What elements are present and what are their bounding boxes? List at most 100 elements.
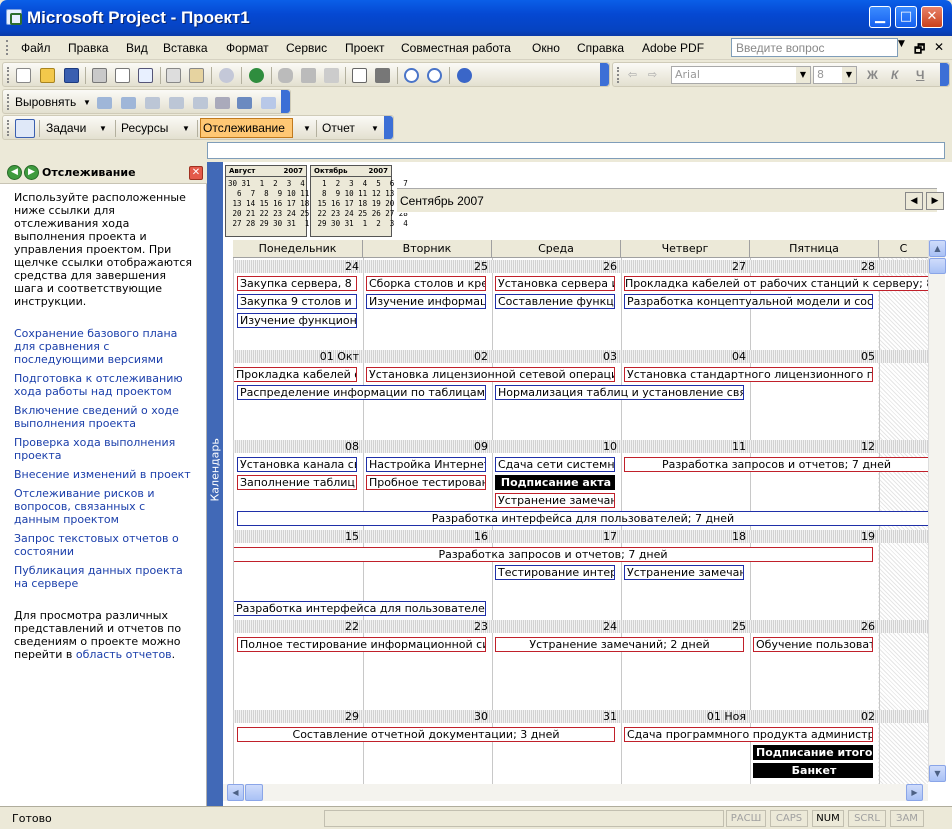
guide-tracking-button[interactable]: Отслеживание — [200, 118, 293, 138]
menu-file[interactable]: Файл — [21, 41, 51, 55]
task-bar[interactable]: Тестирование интерфейса — [495, 565, 615, 580]
link-make-changes[interactable]: Внесение изменений в проект — [14, 468, 194, 481]
page-breaks-icon[interactable] — [261, 97, 276, 109]
task-bar[interactable]: Устранение замечаний — [624, 565, 744, 580]
link-enter-progress[interactable]: Включение сведений о ходе выполнения про… — [14, 404, 194, 430]
resources-dropdown-icon[interactable]: ▼ — [182, 124, 190, 133]
menu-window[interactable]: Окно — [532, 41, 560, 55]
link-status-reports[interactable]: Запрос текстовых отчетов о состоянии — [14, 532, 194, 558]
zoom-in-icon[interactable] — [404, 68, 419, 83]
show-summary-icon[interactable] — [215, 97, 230, 109]
task-bar[interactable]: Настройка Интернет-сервиса — [366, 457, 486, 472]
font-dropdown-icon[interactable]: ▼ — [796, 67, 810, 83]
indent-icon[interactable]: ⇨ — [645, 68, 660, 83]
mini-calendar-august[interactable]: Август 2007 30 31 1 2 3 4 5 6 7 8 9 10 11… — [225, 165, 323, 237]
task-bar[interactable]: Разработка интерфейса для пользователей;… — [234, 601, 486, 616]
link-track-risks[interactable]: Отслеживание рисков и вопросов, связанны… — [14, 487, 194, 526]
layout-selection-icon[interactable] — [121, 97, 136, 109]
font-size-dropdown-icon[interactable]: ▼ — [842, 67, 856, 83]
scroll-up-icon[interactable]: ▲ — [929, 240, 946, 257]
split-task-icon[interactable] — [324, 68, 339, 83]
task-bar[interactable]: Закупка сервера, 8 рабочих дней — [237, 276, 357, 291]
project-app-icon[interactable] — [6, 9, 22, 25]
link-tasks-icon[interactable] — [278, 68, 293, 83]
horizontal-scroll-thumb[interactable] — [245, 784, 263, 801]
zoom-out-icon[interactable] — [427, 68, 442, 83]
horizontal-scrollbar[interactable]: ◀ ▶ — [223, 784, 928, 801]
italic-button[interactable]: К — [891, 68, 898, 82]
font-size-combo[interactable]: 8 ▼ — [813, 66, 857, 84]
task-bar[interactable]: Разработка запросов и отчетов; 7 дней — [234, 547, 873, 562]
link-save-baseline[interactable]: Сохранение базового плана для сравнения … — [14, 327, 194, 366]
new-icon[interactable] — [16, 68, 31, 83]
task-bar[interactable]: Полное тестирование информационной систе… — [237, 637, 486, 652]
guide-report-button[interactable]: Отчет — [322, 121, 355, 135]
scroll-right-icon[interactable]: ▶ — [906, 784, 923, 801]
outdent-icon[interactable]: ⇦ — [625, 68, 640, 83]
entry-bar[interactable] — [207, 142, 945, 159]
insert-hyperlink-icon[interactable] — [249, 68, 264, 83]
task-bar[interactable]: Разработка концептуальной модели и соста… — [624, 294, 873, 309]
toolbar-options-icon[interactable] — [940, 63, 949, 86]
spelling-icon[interactable] — [138, 68, 153, 83]
layout-now-icon[interactable] — [97, 97, 112, 109]
show-progress-icon[interactable] — [237, 97, 252, 109]
task-bar[interactable]: Установка канала связи — [237, 457, 357, 472]
task-bar[interactable]: Разработка интерфейса для пользователей;… — [237, 511, 928, 526]
menu-project[interactable]: Проект — [345, 41, 385, 55]
minimize-button[interactable]: ▁ — [869, 6, 891, 28]
task-information-icon[interactable] — [352, 68, 367, 83]
task-bar[interactable]: Составление функциональной модели — [495, 294, 615, 309]
tasks-dropdown-icon[interactable]: ▼ — [99, 124, 107, 133]
link-prepare-tracking[interactable]: Подготовка к отслеживанию хода работы на… — [14, 372, 194, 398]
next-month-button[interactable]: ▶ — [926, 192, 944, 210]
link-labels-icon[interactable] — [169, 97, 184, 109]
menu-tools[interactable]: Сервис — [286, 41, 327, 55]
toolbar-options-icon[interactable] — [384, 116, 393, 139]
show-hide-guide-icon[interactable] — [15, 119, 35, 138]
menu-collaborate[interactable]: Совместная работа — [401, 41, 511, 55]
print-preview-icon[interactable] — [115, 68, 130, 83]
task-bar[interactable]: Пробное тестирование — [366, 475, 486, 490]
prev-month-button[interactable]: ◀ — [905, 192, 923, 210]
task-bar[interactable]: Нормализация таблиц и установление связе… — [495, 385, 744, 400]
task-bar[interactable]: Изучение информационной системы — [366, 294, 486, 309]
menu-grip[interactable] — [6, 40, 9, 55]
milestone-bar[interactable]: Подписание акта — [495, 475, 615, 490]
task-bar[interactable]: Устранение замечаний — [495, 493, 615, 508]
help-icon[interactable] — [457, 68, 472, 83]
mdi-restore-icon[interactable]: 🗗 — [914, 40, 925, 61]
print-icon[interactable] — [92, 68, 107, 83]
menu-insert[interactable]: Вставка — [163, 41, 208, 55]
save-icon[interactable] — [64, 68, 79, 83]
task-bar[interactable]: Сборка столов и кресел — [366, 276, 486, 291]
task-bar[interactable]: Сдача программного продукта администрато… — [624, 727, 873, 742]
maximize-button[interactable]: □ — [895, 6, 917, 28]
task-bar[interactable]: Прокладка кабелей от рабочих станций к с… — [234, 367, 357, 382]
task-bar[interactable]: Обучение пользователей — [753, 637, 873, 652]
straight-links-icon[interactable] — [193, 97, 208, 109]
hide-fields-icon[interactable] — [145, 97, 160, 109]
milestone-bar[interactable]: Банкет — [753, 763, 873, 778]
task-bar[interactable]: Установка стандартного лицензионного про… — [624, 367, 873, 382]
task-bar[interactable]: Заполнение таблиц тестовыми данными — [237, 475, 357, 490]
task-bar[interactable]: Установка сервера и рабочих станций — [495, 276, 615, 291]
ask-dropdown-icon[interactable]: ▼ — [898, 39, 905, 49]
link-reports-pane[interactable]: область отчетов — [76, 648, 172, 661]
menu-view[interactable]: Вид — [126, 41, 148, 55]
toolbar-options-icon[interactable] — [600, 63, 609, 86]
guide-resources-button[interactable]: Ресурсы — [121, 121, 168, 135]
scroll-left-icon[interactable]: ◀ — [227, 784, 244, 801]
task-bar[interactable]: Сдача сети системному администратору — [495, 457, 615, 472]
task-bar[interactable]: Распределение информации по таблицам; 2 … — [237, 385, 486, 400]
menu-adobe-pdf[interactable]: Adobe PDF — [642, 41, 704, 55]
task-bar[interactable]: Изучение функциональных требований — [237, 313, 357, 328]
align-dropdown-icon[interactable]: ▼ — [83, 98, 91, 107]
underline-button[interactable]: Ч — [916, 68, 924, 82]
task-bar[interactable]: Составление отчетной документации; 3 дне… — [237, 727, 615, 742]
task-bar[interactable]: Закупка 9 столов и 9 кресел — [237, 294, 357, 309]
open-icon[interactable] — [40, 68, 55, 83]
font-name-combo[interactable]: Arial ▼ — [671, 66, 811, 84]
forward-icon[interactable]: ▶ — [24, 165, 39, 180]
milestone-bar[interactable]: Подписание итогового акта — [753, 745, 873, 760]
